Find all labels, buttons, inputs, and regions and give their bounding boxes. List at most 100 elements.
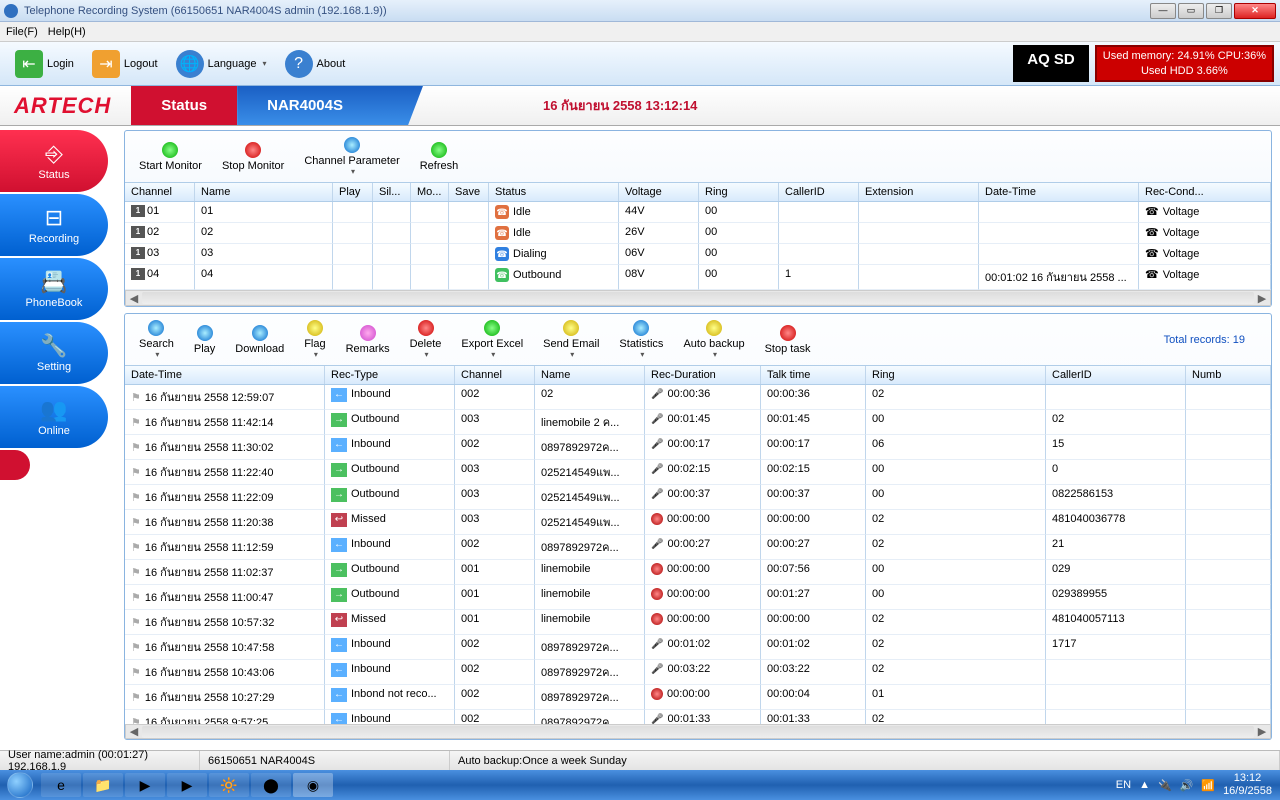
records-scrollbar[interactable]: ◀▶ [125, 724, 1271, 739]
remarks-button[interactable]: Remarks [338, 323, 398, 357]
channel-row[interactable]: 102 02 ☎Idle 26V 00 Voltage [125, 223, 1271, 244]
start-monitor-button[interactable]: Start Monitor [131, 140, 210, 174]
export-excel-button[interactable]: Export Excel [453, 318, 531, 361]
rcol-number[interactable]: Numb [1186, 366, 1271, 384]
minimize-button[interactable]: — [1150, 3, 1176, 19]
taskbar-app2[interactable]: 🔆 [209, 773, 249, 797]
info-icon: ? [285, 50, 313, 78]
taskbar-current-app[interactable]: ◉ [293, 773, 333, 797]
rcol-talktime[interactable]: Talk time [761, 366, 866, 384]
col-save[interactable]: Save [449, 183, 489, 201]
backup-icon [706, 320, 722, 336]
login-button[interactable]: ⇤Login [6, 45, 83, 83]
status-device: 66150651 NAR4004S [200, 751, 450, 770]
search-button[interactable]: Search [131, 318, 182, 361]
taskbar-ie[interactable]: e [41, 773, 81, 797]
auto-backup-button[interactable]: Auto backup [675, 318, 752, 361]
rcol-name[interactable]: Name [535, 366, 645, 384]
taskbar-mediaplayer[interactable]: ▶ [125, 773, 165, 797]
col-play[interactable]: Play [333, 183, 373, 201]
menu-help[interactable]: Help(H) [48, 26, 86, 38]
tray-power-icon[interactable]: 🔌 [1158, 779, 1172, 792]
brand-logo: ARTECH [0, 93, 131, 119]
record-row[interactable]: ⚑16 กันยายน 2558 12:59:07 ←Inbound 002 0… [125, 385, 1271, 410]
sidebar-icon: 🔧 [40, 333, 67, 359]
rcol-duration[interactable]: Rec-Duration [645, 366, 761, 384]
stop-monitor-button[interactable]: Stop Monitor [214, 140, 292, 174]
status-icon: ☎ [495, 205, 509, 219]
col-sil[interactable]: Sil... [373, 183, 411, 201]
status-backup: Auto backup:Once a week Sunday [450, 751, 1280, 770]
record-row[interactable]: ⚑16 กันยายน 2558 11:20:38 ↩Missed 003 02… [125, 510, 1271, 535]
download-button[interactable]: Download [227, 323, 292, 357]
mic-icon [651, 413, 667, 425]
record-row[interactable]: ⚑16 กันยายน 2558 10:43:06 ←Inbound 002 0… [125, 660, 1271, 685]
language-button[interactable]: 🌐Language [167, 45, 276, 83]
record-row[interactable]: ⚑16 กันยายน 2558 11:22:40 →Outbound 003 … [125, 460, 1271, 485]
delete-button[interactable]: Delete [402, 318, 450, 361]
close-button[interactable]: ✕ [1234, 3, 1276, 19]
refresh-button[interactable]: Refresh [412, 140, 467, 174]
start-button[interactable] [0, 770, 40, 800]
record-row[interactable]: ⚑16 กันยายน 2558 10:47:58 ←Inbound 002 0… [125, 635, 1271, 660]
col-name[interactable]: Name [195, 183, 333, 201]
tray-volume-icon[interactable]: 🔊 [1180, 779, 1194, 792]
col-voltage[interactable]: Voltage [619, 183, 699, 201]
logout-button[interactable]: ⇥Logout [83, 45, 167, 83]
sidebar-item-setting[interactable]: 🔧Setting [0, 322, 108, 384]
sidebar-item-status[interactable]: ⎆Status [0, 130, 108, 192]
red-ball-icon [651, 563, 663, 575]
record-row[interactable]: ⚑16 กันยายน 2558 11:00:47 →Outbound 001 … [125, 585, 1271, 610]
flag-button[interactable]: Flag [296, 318, 333, 361]
record-row[interactable]: ⚑16 กันยายน 2558 10:27:29 ←Inbond not re… [125, 685, 1271, 710]
tray-network-icon[interactable]: 📶 [1201, 779, 1215, 792]
col-channel[interactable]: Channel [125, 183, 195, 201]
menu-file[interactable]: File(F) [6, 26, 38, 38]
send-email-button[interactable]: Send Email [535, 318, 607, 361]
maximize-button[interactable]: ❐ [1206, 3, 1232, 19]
col-extension[interactable]: Extension [859, 183, 979, 201]
rcol-rectype[interactable]: Rec-Type [325, 366, 455, 384]
record-row[interactable]: ⚑16 กันยายน 2558 9:57:25 ←Inbound 002 08… [125, 710, 1271, 724]
record-row[interactable]: ⚑16 กันยายน 2558 11:12:59 ←Inbound 002 0… [125, 535, 1271, 560]
restore-button[interactable]: ▭ [1178, 3, 1204, 19]
sidebar-item-phonebook[interactable]: 📇PhoneBook [0, 258, 108, 320]
channel-row[interactable]: 103 03 ☎Dialing 06V 00 Voltage [125, 244, 1271, 265]
taskbar-app1[interactable]: ▶ [167, 773, 207, 797]
record-row[interactable]: ⚑16 กันยายน 2558 11:30:02 ←Inbound 002 0… [125, 435, 1271, 460]
channel-parameter-button[interactable]: Channel Parameter [296, 135, 407, 178]
col-rec-cond[interactable]: Rec-Cond... [1139, 183, 1271, 201]
col-ring[interactable]: Ring [699, 183, 779, 201]
sidebar-item-online[interactable]: 👥Online [0, 386, 108, 448]
mic-icon [651, 488, 667, 500]
rcol-callerid[interactable]: CallerID [1046, 366, 1186, 384]
record-row[interactable]: ⚑16 กันยายน 2558 11:22:09 →Outbound 003 … [125, 485, 1271, 510]
flag-icon: ⚑ [131, 492, 141, 504]
about-button[interactable]: ?About [276, 45, 355, 83]
channel-num-icon: 1 [131, 205, 145, 217]
channel-scrollbar[interactable]: ◀▶ [125, 290, 1271, 306]
rcol-channel[interactable]: Channel [455, 366, 535, 384]
record-row[interactable]: ⚑16 กันยายน 2558 11:02:37 →Outbound 001 … [125, 560, 1271, 585]
rcol-datetime[interactable]: Date-Time [125, 366, 325, 384]
tray-lang[interactable]: EN [1116, 779, 1131, 791]
taskbar-explorer[interactable]: 📁 [83, 773, 123, 797]
statistics-button[interactable]: Statistics [611, 318, 671, 361]
flag-icon: ⚑ [131, 467, 141, 479]
tray-flag-icon[interactable]: ▲ [1139, 779, 1150, 791]
tray-clock[interactable]: 13:12 16/9/2558 [1223, 772, 1272, 798]
total-records-label: Total records: 19 [1164, 334, 1265, 346]
col-datetime[interactable]: Date-Time [979, 183, 1139, 201]
col-status[interactable]: Status [489, 183, 619, 201]
channel-row[interactable]: 104 04 ☎Outbound 08V 00 1 00:01:02 16 กั… [125, 265, 1271, 290]
taskbar-chrome[interactable]: ⬤ [251, 773, 291, 797]
record-row[interactable]: ⚑16 กันยายน 2558 10:57:32 ↩Missed 001 li… [125, 610, 1271, 635]
record-row[interactable]: ⚑16 กันยายน 2558 11:42:14 →Outbound 003 … [125, 410, 1271, 435]
rcol-ring[interactable]: Ring [866, 366, 1046, 384]
col-mo[interactable]: Mo... [411, 183, 449, 201]
play-button[interactable]: Play [186, 323, 223, 357]
sidebar-item-recording[interactable]: ⊟Recording [0, 194, 108, 256]
stop-task-button[interactable]: Stop task [757, 323, 819, 357]
col-callerid[interactable]: CallerID [779, 183, 859, 201]
channel-row[interactable]: 101 01 ☎Idle 44V 00 Voltage [125, 202, 1271, 223]
